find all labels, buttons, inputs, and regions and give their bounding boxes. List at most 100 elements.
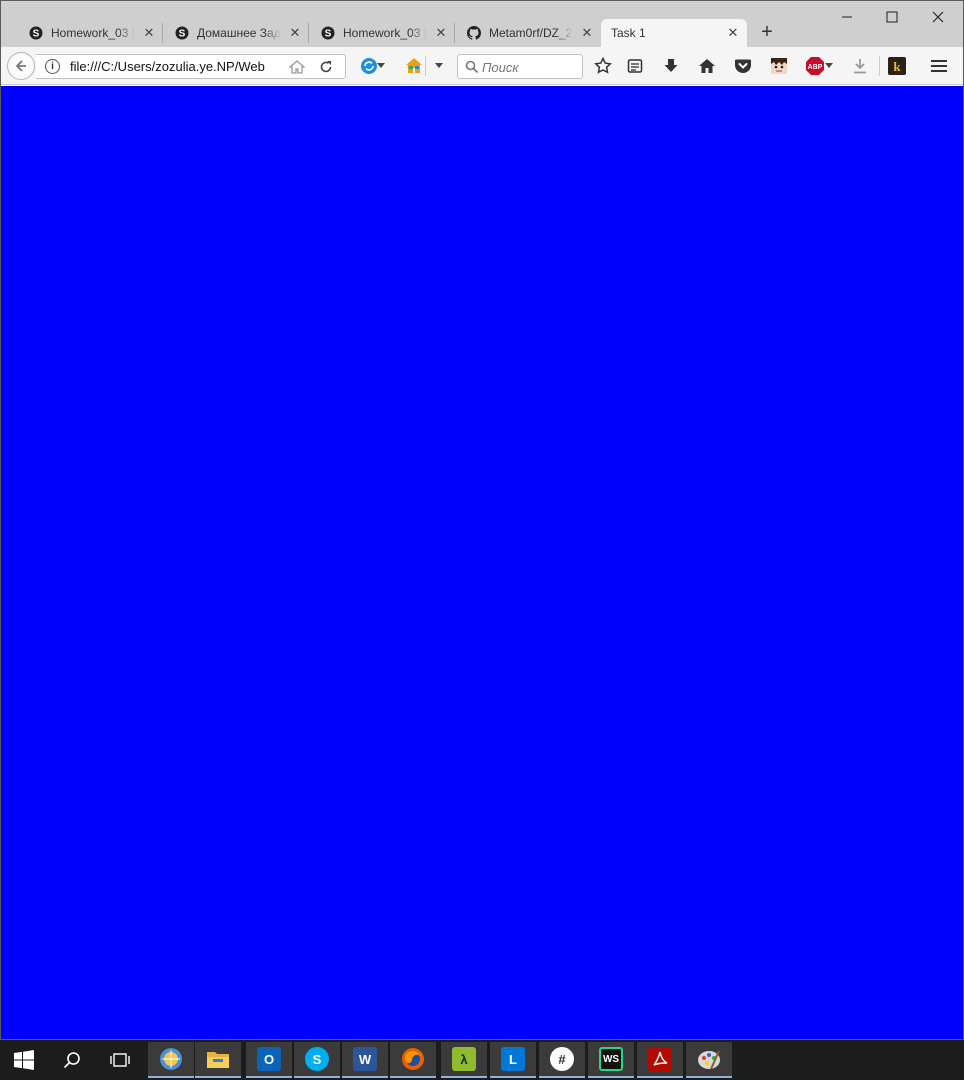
k-extension-button[interactable]: k (887, 56, 907, 76)
maximize-button[interactable] (869, 1, 915, 33)
folder-icon (207, 1052, 229, 1068)
slack-icon: # (550, 1047, 574, 1071)
avatar-extension-button[interactable] (769, 56, 789, 76)
url-text[interactable]: file:///C:/Users/zozulia.ye.NP/Web (70, 59, 270, 74)
star-icon (594, 57, 612, 74)
download-arrow-icon (664, 59, 678, 72)
search-taskbar-button[interactable] (49, 1042, 95, 1078)
taskbar-app-browser[interactable] (148, 1042, 194, 1078)
maximize-icon (886, 11, 898, 23)
open-menu-button[interactable] (929, 56, 949, 76)
k-letter-icon: k (888, 57, 906, 75)
tab-task-1[interactable]: Task 1 ✕ (601, 19, 747, 47)
sync-dropdown[interactable] (375, 56, 387, 76)
home-extension-button[interactable] (404, 56, 424, 76)
word-icon: W (353, 1047, 377, 1071)
close-window-button[interactable] (915, 1, 961, 33)
home-icon (699, 59, 715, 73)
search-icon (63, 1052, 80, 1069)
taskbar-app-webstorm[interactable]: WS (588, 1042, 634, 1078)
tab-homework-03-b[interactable]: S Homework_03 | ✕ (301, 19, 455, 47)
lync-icon: L (501, 1047, 525, 1071)
tab-title: Task 1 (611, 26, 646, 40)
pocket-button[interactable] (733, 56, 753, 76)
close-icon[interactable]: ✕ (579, 25, 595, 41)
new-tab-button[interactable]: + (756, 21, 778, 43)
chevron-down-icon (377, 63, 385, 68)
outlook-icon: O (257, 1047, 281, 1071)
adblock-plus-button[interactable]: ABP (805, 56, 825, 76)
paint-palette-icon (698, 1050, 720, 1070)
svg-text:S: S (179, 29, 186, 40)
downloads-button[interactable] (661, 56, 681, 76)
toolbar-separator (877, 56, 881, 76)
toolbar-separator (423, 56, 427, 76)
tab-domashnee[interactable]: S Домашнее Зад ✕ (155, 19, 309, 47)
back-arrow-icon (15, 60, 26, 72)
chevron-down-icon (435, 63, 443, 68)
firefox-icon (402, 1048, 424, 1070)
start-button[interactable] (1, 1042, 47, 1078)
svg-text:S: S (33, 29, 40, 40)
page-content-blue (1, 86, 963, 1039)
back-button[interactable] (7, 52, 35, 80)
character-avatar-icon (771, 58, 787, 74)
skype-icon: S (29, 26, 43, 40)
home-page-icon[interactable] (289, 60, 305, 74)
minimize-button[interactable] (824, 1, 870, 33)
info-icon[interactable]: i (45, 59, 60, 74)
bookmarks-menu-button[interactable] (625, 56, 645, 76)
bookmarks-list-icon (627, 59, 643, 73)
svg-text:ABP: ABP (808, 64, 823, 71)
skype-icon: S (321, 26, 335, 40)
taskbar-app-word[interactable]: W (342, 1042, 388, 1078)
windows-logo-icon (14, 1050, 34, 1070)
colorful-home-icon (406, 58, 422, 73)
taskbar-app-skype[interactable]: S (294, 1042, 340, 1078)
taskbar-app-outlook[interactable]: O (246, 1042, 292, 1078)
search-input[interactable] (482, 58, 578, 76)
taskbar-app-slack[interactable]: # (539, 1042, 585, 1078)
github-icon (467, 26, 481, 40)
title-bar: S Homework_03 | ✕ S Домашнее Зад ✕ S Hom… (1, 1, 963, 47)
taskbar-app-acrobat[interactable] (637, 1042, 683, 1078)
tab-title: Homework_03 | (51, 26, 135, 40)
tab-title: Homework_03 | (343, 26, 427, 40)
close-icon (932, 11, 944, 23)
pocket-icon (735, 59, 751, 73)
tab-homework-03-a[interactable]: S Homework_03 | ✕ (9, 19, 163, 47)
windows-taskbar: O S W λ L # WS (0, 1040, 964, 1080)
bookmark-star-button[interactable] (593, 56, 613, 76)
reload-icon[interactable] (319, 60, 333, 74)
url-bar[interactable]: i file:///C:/Users/zozulia.ye.NP/Web (36, 54, 346, 79)
acrobat-icon (648, 1047, 672, 1071)
tab-title: Metam0rf/DZ_2 (489, 26, 573, 40)
webstorm-icon: WS (599, 1047, 623, 1071)
taskbar-app-paint[interactable] (686, 1042, 732, 1078)
browser-window: S Homework_03 | ✕ S Домашнее Зад ✕ S Hom… (0, 0, 964, 1040)
skype-icon: S (175, 26, 189, 40)
taskbar-app-lambda[interactable]: λ (441, 1042, 487, 1078)
skype-icon: S (305, 1047, 329, 1071)
tab-title: Домашнее Зад (197, 26, 281, 40)
search-bar[interactable] (457, 54, 583, 79)
close-icon[interactable]: ✕ (725, 25, 741, 41)
taskbar-app-file-explorer[interactable] (195, 1042, 241, 1078)
search-icon (465, 60, 479, 74)
tab-github-dz[interactable]: Metam0rf/DZ_2 ✕ (447, 19, 601, 47)
adblock-dropdown[interactable] (823, 56, 835, 76)
svg-text:k: k (893, 59, 901, 74)
download-manager-button[interactable] (850, 56, 870, 76)
compass-browser-icon (160, 1048, 182, 1070)
taskbar-app-lync[interactable]: L (490, 1042, 536, 1078)
hamburger-menu-icon (931, 60, 947, 72)
lambda-icon: λ (452, 1047, 476, 1071)
minimize-icon (842, 16, 852, 18)
adblock-plus-icon: ABP (806, 57, 824, 75)
task-view-button[interactable] (97, 1042, 143, 1078)
home-button[interactable] (697, 56, 717, 76)
svg-text:S: S (325, 29, 332, 40)
chevron-down-icon (825, 63, 833, 68)
extension-dropdown[interactable] (431, 56, 447, 76)
taskbar-app-firefox[interactable] (390, 1042, 436, 1078)
